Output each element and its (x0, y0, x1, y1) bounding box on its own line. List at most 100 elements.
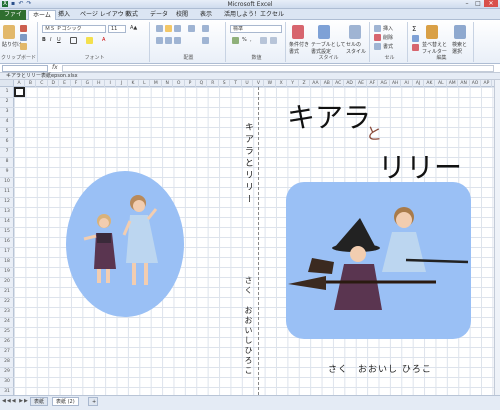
align-bottom-icon[interactable] (174, 25, 181, 32)
tab-file[interactable]: ファイル (0, 10, 26, 28)
increase-decimal-icon[interactable] (260, 37, 267, 44)
column-header[interactable]: A (14, 80, 25, 87)
clear-icon[interactable] (412, 44, 419, 51)
fill-icon[interactable] (412, 35, 419, 42)
sheet-tab-cover[interactable]: 表紙 (30, 397, 49, 406)
font-color-icon[interactable]: A (102, 37, 105, 43)
wrap-text-icon[interactable] (202, 25, 209, 32)
column-header[interactable]: AA (310, 80, 322, 87)
maximize-icon[interactable]: □ (473, 0, 483, 7)
sheet-nav-arrows-icon[interactable]: ◀◀◀ ▶▶ (2, 398, 29, 404)
tab-review[interactable]: 校閲 (172, 10, 192, 20)
column-header[interactable]: N (162, 80, 174, 87)
column-header[interactable]: AP (481, 80, 493, 87)
format-as-table-icon[interactable] (318, 25, 330, 39)
copy-icon[interactable] (20, 34, 27, 41)
column-header[interactable]: D (48, 80, 60, 87)
italic-icon[interactable]: I (50, 37, 51, 43)
column-header[interactable]: AB (322, 80, 333, 87)
column-header[interactable]: AI (402, 80, 413, 87)
close-icon[interactable]: ✕ (484, 0, 498, 7)
column-header[interactable]: S (219, 80, 231, 87)
column-header[interactable]: AK (424, 80, 436, 87)
active-cell[interactable] (14, 87, 25, 97)
column-header[interactable]: W (265, 80, 276, 87)
align-middle-icon[interactable] (165, 25, 172, 32)
align-top-icon[interactable] (156, 25, 163, 32)
insert-button[interactable]: 挿入 (383, 25, 393, 32)
column-header[interactable]: Y (288, 80, 299, 87)
column-header[interactable]: AN (459, 80, 470, 87)
column-header[interactable]: AC (333, 80, 345, 87)
column-header[interactable]: AL (436, 80, 447, 87)
cell-styles-button[interactable]: セルの スタイル (346, 41, 366, 55)
decrease-decimal-icon[interactable] (270, 37, 277, 44)
column-header[interactable]: J (117, 80, 128, 87)
format-cells-icon[interactable] (374, 43, 381, 50)
column-header[interactable]: AG (379, 80, 390, 87)
paste-button[interactable]: 貼り付け (2, 41, 22, 48)
tab-data[interactable]: データ (146, 10, 172, 20)
formula-input[interactable] (62, 65, 494, 72)
align-right-icon[interactable] (174, 37, 181, 44)
number-format-select[interactable]: 標準 (230, 25, 282, 33)
vertical-scrollbar[interactable] (494, 80, 500, 395)
tab-formulas[interactable]: 数式 (122, 10, 142, 20)
cut-icon[interactable] (20, 25, 27, 32)
conditional-format-icon[interactable] (292, 25, 304, 39)
align-center-icon[interactable] (165, 37, 172, 44)
column-header[interactable]: Z (299, 80, 310, 87)
fx-icon[interactable]: fx (52, 64, 58, 71)
conditional-format-button[interactable]: 条件付き 書式 (289, 41, 309, 55)
minimize-icon[interactable]: – (462, 0, 472, 7)
sort-filter-icon[interactable] (426, 25, 438, 39)
column-header[interactable]: AH (390, 80, 402, 87)
comma-icon[interactable]: , (250, 37, 252, 43)
font-size-select[interactable]: 11 (108, 25, 126, 33)
percent-icon[interactable]: % (242, 37, 247, 43)
name-box[interactable] (2, 65, 48, 72)
bold-icon[interactable]: B (42, 37, 46, 43)
column-header[interactable]: K (128, 80, 139, 87)
column-header[interactable]: T (231, 80, 242, 87)
column-header[interactable]: AE (356, 80, 367, 87)
new-sheet-icon[interactable]: + (88, 397, 98, 406)
tab-insert[interactable]: 挿入 (54, 10, 74, 20)
delete-button[interactable]: 削除 (383, 34, 393, 41)
tab-home[interactable]: ホーム (28, 10, 56, 20)
underline-icon[interactable]: U (57, 37, 61, 43)
format-as-table-button[interactable]: テーブルとして 書式設定 (311, 41, 346, 55)
column-header[interactable]: O (174, 80, 185, 87)
column-header[interactable]: AD (345, 80, 356, 87)
format-painter-icon[interactable] (20, 43, 27, 50)
cell-styles-icon[interactable] (349, 25, 361, 39)
column-header[interactable]: H (94, 80, 105, 87)
column-header[interactable]: L (139, 80, 151, 87)
currency-icon[interactable] (232, 37, 239, 44)
column-header[interactable]: P (185, 80, 196, 87)
column-header[interactable]: C (37, 80, 48, 87)
oval-photo-frame[interactable] (66, 171, 184, 317)
column-header[interactable]: AF (367, 80, 379, 87)
column-header[interactable]: E (60, 80, 71, 87)
find-select-icon[interactable] (454, 25, 466, 39)
merge-icon[interactable] (202, 37, 209, 44)
column-header[interactable]: AM (447, 80, 459, 87)
column-header[interactable]: G (82, 80, 94, 87)
column-header[interactable]: M (151, 80, 162, 87)
border-icon[interactable] (70, 37, 77, 44)
column-header[interactable]: Q (196, 80, 208, 87)
find-select-button[interactable]: 検索と 選択 (452, 41, 467, 55)
column-header[interactable]: V (253, 80, 265, 87)
column-header[interactable]: B (25, 80, 37, 87)
orientation-icon[interactable] (188, 25, 195, 32)
format-button[interactable]: 書式 (383, 43, 393, 50)
column-header[interactable]: R (208, 80, 219, 87)
align-left-icon[interactable] (156, 37, 163, 44)
sort-filter-button[interactable]: 並べ替えと フィルター (422, 41, 447, 55)
column-header[interactable]: F (71, 80, 82, 87)
column-header[interactable]: U (242, 80, 253, 87)
autosum-icon[interactable]: Σ (412, 25, 416, 33)
paste-icon[interactable] (3, 25, 15, 39)
column-header[interactable]: X (276, 80, 288, 87)
